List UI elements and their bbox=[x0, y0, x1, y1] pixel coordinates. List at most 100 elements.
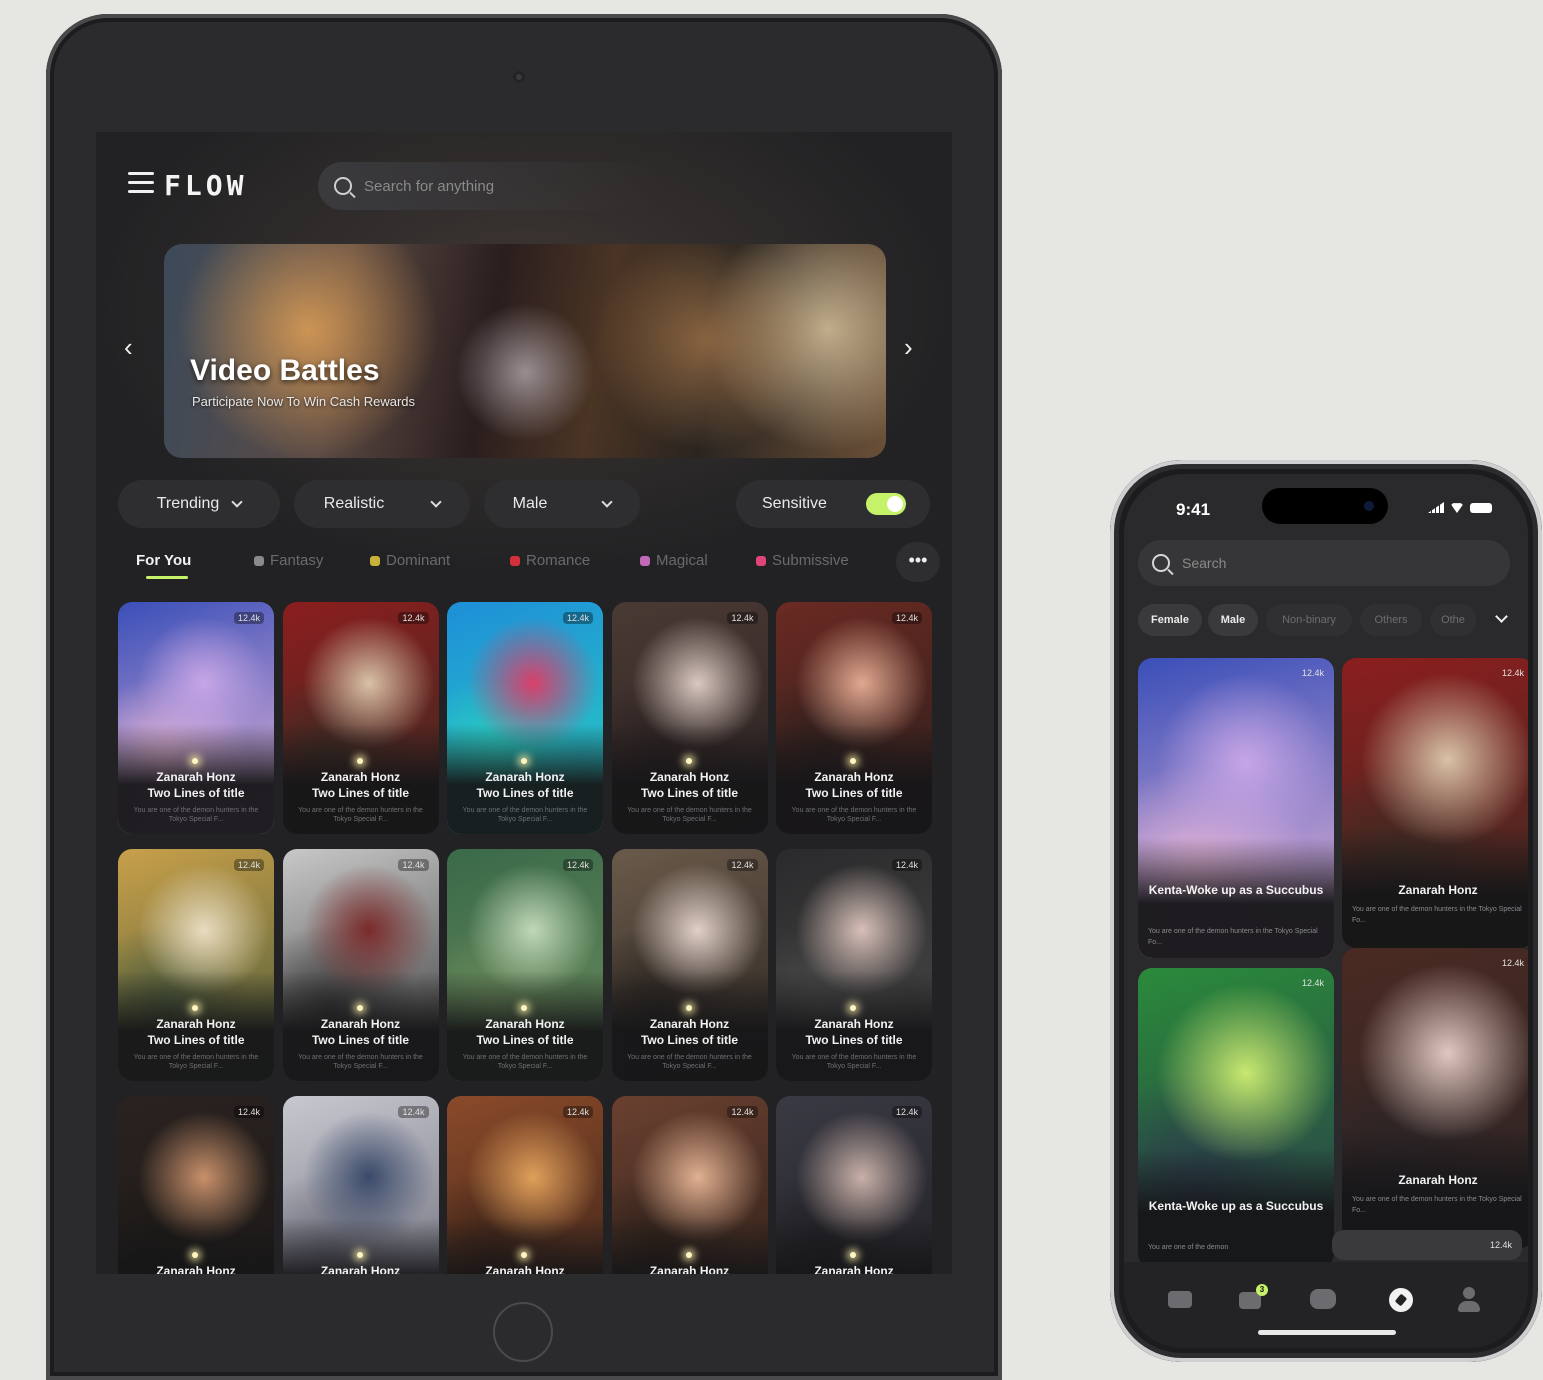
views-badge: 12.4k bbox=[562, 612, 593, 624]
explore-tab-icon[interactable] bbox=[1386, 1284, 1416, 1314]
views-badge: 12.4k bbox=[398, 612, 429, 624]
card-title: Two Lines of title bbox=[311, 786, 410, 800]
character-card[interactable]: 12.4kZanarah HonzTwo Lines of titleYou a… bbox=[611, 602, 768, 834]
banner-next-arrow-icon[interactable]: › bbox=[904, 332, 913, 363]
views-badge: 12.4k bbox=[727, 612, 758, 624]
profile-tab-icon[interactable] bbox=[1454, 1284, 1484, 1314]
home-button[interactable] bbox=[493, 1302, 553, 1362]
mobile-character-card[interactable]: 12.4k Zanarah Honz You are one of the demo… bbox=[1342, 658, 1528, 948]
tab-submissive[interactable]: Submissive bbox=[756, 552, 849, 569]
style-dropdown-label: Realistic bbox=[323, 495, 385, 512]
banner-prev-arrow-icon[interactable]: ‹ bbox=[124, 332, 133, 363]
filter-bar: Trending Realistic Male Sensitive bbox=[118, 480, 930, 528]
hero-banner[interactable]: Video Battles Participate Now To Win Cas… bbox=[164, 244, 886, 458]
peek-card[interactable]: 12.4k bbox=[1332, 1230, 1522, 1260]
status-time: 9:41 bbox=[1176, 500, 1211, 519]
chip-female[interactable]: Female bbox=[1138, 604, 1202, 636]
views-badge: 12.4k bbox=[1501, 958, 1524, 968]
views-badge: 12.4k bbox=[891, 1106, 922, 1118]
views-badge: 12.4k bbox=[891, 612, 922, 624]
chevron-down-icon[interactable] bbox=[1495, 610, 1508, 623]
character-card[interactable]: 12.4kZanarah HonzTwo Lines of titleYou a… bbox=[118, 602, 274, 834]
card-name: Zanarah Honz bbox=[156, 1017, 236, 1031]
search-bar[interactable] bbox=[318, 162, 658, 210]
card-name: Zanarah Honz bbox=[320, 1264, 401, 1274]
hamburger-menu-icon[interactable] bbox=[128, 172, 154, 194]
character-card[interactable]: 12.4kZanarah HonzTwo Lines of titleYou a… bbox=[447, 1096, 603, 1274]
mobile-character-card[interactable]: 12.4k Kenta-Woke up as a Succubus You are … bbox=[1138, 968, 1334, 1268]
tablet-device: FLOW ‹ Video Battles Participate Now To … bbox=[46, 14, 1002, 1380]
tab-magical[interactable]: Magical bbox=[640, 552, 708, 569]
style-dropdown[interactable]: Realistic bbox=[294, 480, 470, 528]
mobile-search-input[interactable] bbox=[1182, 555, 1462, 571]
character-card[interactable]: 12.4kZanarah HonzTwo Lines of titleYou a… bbox=[118, 849, 274, 1081]
card-title: Two Lines of title bbox=[147, 1033, 245, 1047]
sparkle-icon bbox=[850, 1005, 856, 1011]
chip-more[interactable]: Othe bbox=[1430, 604, 1476, 636]
card-description: You are one of the demon hunters in the … bbox=[627, 1054, 752, 1070]
character-card[interactable]: 12.4kZanarah HonzTwo Lines of titleYou a… bbox=[776, 1096, 932, 1274]
tab-label: Submissive bbox=[772, 552, 849, 569]
character-card[interactable]: 12.4kZanarah HonzTwo Lines of titleYou a… bbox=[447, 849, 603, 1081]
character-card[interactable]: 12.4kZanarah HonzTwo Lines of titleYou a… bbox=[282, 1096, 439, 1274]
sparkle-icon bbox=[356, 1252, 363, 1258]
bot-tab-icon[interactable] bbox=[1308, 1284, 1338, 1314]
chat-tab-icon[interactable]: 3 bbox=[1236, 1284, 1268, 1314]
card-name: Zanarah Honz bbox=[814, 1017, 894, 1031]
views-badge: 12.4k bbox=[1501, 668, 1524, 678]
character-card[interactable]: 12.4kZanarah HonzTwo Lines of titleYou a… bbox=[611, 849, 768, 1081]
tab-romance[interactable]: Romance bbox=[510, 552, 590, 569]
tab-for-you[interactable]: For You bbox=[136, 552, 191, 569]
character-card[interactable]: 12.4kZanarah HonzTwo Lines of titleYou a… bbox=[447, 602, 603, 834]
fantasy-icon bbox=[254, 556, 264, 566]
search-input[interactable] bbox=[364, 177, 604, 195]
card-title: Two Lines of title bbox=[476, 786, 574, 800]
romance-icon bbox=[510, 556, 520, 566]
mobile-character-card[interactable]: 12.4k Kenta-Woke up as a Succubus You are … bbox=[1138, 658, 1334, 958]
more-tabs-button[interactable]: ••• bbox=[896, 542, 940, 582]
sparkle-icon bbox=[192, 1005, 198, 1011]
search-icon bbox=[334, 177, 352, 195]
sensitive-toggle[interactable] bbox=[866, 493, 906, 515]
chevron-down-icon bbox=[231, 496, 243, 508]
character-card[interactable]: 12.4kZanarah HonzTwo Lines of titleYou a… bbox=[282, 602, 439, 834]
video-tab-icon[interactable] bbox=[1166, 1284, 1196, 1314]
sparkle-icon bbox=[850, 1252, 856, 1258]
tab-fantasy[interactable]: Fantasy bbox=[254, 552, 323, 569]
character-card[interactable]: 12.4kZanarah HonzTwo Lines of titleYou a… bbox=[118, 1096, 274, 1274]
character-card[interactable]: 12.4kZanarah HonzTwo Lines of titleYou a… bbox=[776, 849, 932, 1081]
chip-non-binary[interactable]: Non-binary bbox=[1266, 604, 1352, 636]
card-name: Zanarah Honz bbox=[649, 770, 730, 784]
character-card[interactable]: 12.4kZanarah HonzTwo Lines of titleYou a… bbox=[282, 849, 439, 1081]
character-card[interactable]: 12.4kZanarah HonzTwo Lines of titleYou a… bbox=[611, 1096, 768, 1274]
app-logo[interactable]: FLOW bbox=[164, 169, 247, 202]
camera-icon bbox=[513, 71, 525, 83]
sparkle-icon bbox=[356, 758, 363, 764]
mobile-character-card[interactable]: 12.4k Zanarah Honz You are one of the demo… bbox=[1342, 948, 1528, 1248]
views-badge: 12.4k bbox=[233, 612, 264, 624]
tab-label: Dominant bbox=[386, 552, 451, 569]
card-title: Two Lines of title bbox=[147, 786, 245, 800]
card-title: Two Lines of title bbox=[476, 1033, 574, 1047]
mobile-search-bar[interactable] bbox=[1138, 540, 1510, 586]
tab-label: Magical bbox=[656, 552, 708, 569]
active-tab-indicator bbox=[146, 576, 188, 579]
gender-dropdown[interactable]: Male bbox=[484, 480, 640, 528]
chat-badge: 3 bbox=[1256, 1284, 1268, 1296]
tab-dominant[interactable]: Dominant bbox=[370, 552, 450, 569]
sort-dropdown[interactable]: Trending bbox=[118, 480, 280, 528]
card-name: Zanarah Honz bbox=[485, 1017, 565, 1031]
card-name: Zanarah Honz bbox=[485, 1264, 565, 1274]
chip-others[interactable]: Others bbox=[1360, 604, 1422, 636]
card-name: Zanarah Honz bbox=[485, 770, 565, 784]
sparkle-icon bbox=[521, 758, 527, 764]
views-badge: 12.4k bbox=[891, 859, 922, 871]
character-card[interactable]: 12.4kZanarah HonzTwo Lines of titleYou a… bbox=[776, 602, 932, 834]
card-name: Zanarah Honz bbox=[1398, 883, 1478, 897]
top-bar: FLOW bbox=[96, 132, 952, 242]
chip-male[interactable]: Male bbox=[1208, 604, 1258, 636]
sort-dropdown-label: Trending bbox=[156, 495, 220, 512]
card-description: You are one of the demon hunters in the … bbox=[1352, 906, 1522, 924]
views-badge: 12.4k bbox=[233, 1106, 264, 1118]
gender-dropdown-label: Male bbox=[512, 495, 548, 512]
